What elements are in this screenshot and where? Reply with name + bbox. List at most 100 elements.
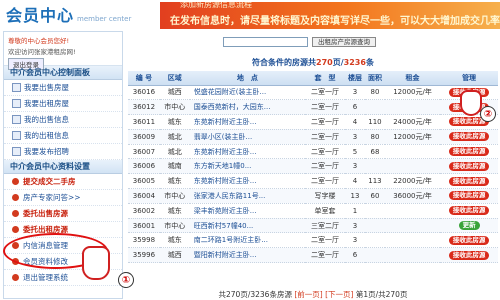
- sidebar-item-sell[interactable]: 我要出售房屋: [4, 80, 122, 96]
- action-cell: 接收此房源: [440, 232, 498, 249]
- callout-badge-2: ②: [480, 106, 496, 122]
- table-cell: 二室一厅: [305, 173, 345, 190]
- sidebar-item-recruit[interactable]: 我要发布招聘: [4, 144, 122, 160]
- action-cell: 接收此房源: [440, 173, 498, 190]
- listing-address-link[interactable]: 东苑新村附近主卧...: [189, 144, 306, 160]
- sidebar-item-entrust-sell[interactable]: 委托出售房源: [4, 206, 122, 222]
- accept-listing-button[interactable]: 接收此房源: [448, 132, 490, 142]
- listing-address-link[interactable]: 旺西新村57幢40...: [189, 218, 306, 234]
- listing-address-link[interactable]: 张家港人民东路11号...: [189, 188, 306, 204]
- table-cell: [364, 158, 385, 175]
- table-cell: 二室一厅: [305, 114, 345, 130]
- search-button[interactable]: 出租房产房源查询: [312, 37, 376, 47]
- listing-address-link[interactable]: 东方新天地1幢0...: [189, 158, 306, 175]
- table-cell: 36006: [128, 158, 160, 175]
- table-cell: 城东: [159, 114, 190, 130]
- table-cell: 市中心: [159, 218, 190, 234]
- column-header: 面积: [364, 71, 385, 86]
- bullet-icon: [12, 194, 19, 201]
- table-cell: 三室二厅: [305, 218, 345, 234]
- table-cell: 36002: [128, 203, 160, 219]
- sidebar-item-rent[interactable]: 我要出租房屋: [4, 96, 122, 112]
- accept-listing-button[interactable]: 接收此房源: [448, 235, 490, 245]
- table-cell: 110: [364, 114, 385, 130]
- table-cell: [384, 144, 441, 160]
- sidebar-item-my-rent[interactable]: 我的出租信息: [4, 128, 122, 144]
- table-cell: [384, 99, 441, 116]
- accept-listing-button[interactable]: 接收此房源: [448, 206, 490, 216]
- table-cell: 6: [344, 247, 365, 264]
- table-row: 36011 城东 东苑新村附近主卧... 二室一厅 4 110 24000元/年 接收此房源: [128, 114, 498, 130]
- table-cell: 80: [364, 85, 385, 101]
- listing-address-link[interactable]: 暨阳新村附近主卧...: [189, 247, 306, 264]
- listing-address-link[interactable]: 南二环路1号附近主卧...: [189, 232, 306, 249]
- listing-address-link[interactable]: 国泰西苑新村，大园东...: [189, 99, 306, 116]
- notice-bar: 添加新房源信息流程 在发布信息时，请尽量将标题及内容填写详尽一些，可以大大增加成…: [160, 2, 500, 29]
- column-header: 编 号: [128, 71, 160, 86]
- table-cell: [384, 247, 441, 264]
- listing-address-link[interactable]: 翡翠小区(装主卧...: [189, 129, 306, 145]
- table-cell: 市中心: [159, 99, 190, 116]
- listing-address-link[interactable]: 东苑新村附近主卧...: [189, 114, 306, 130]
- table-row: 36006 城南 东方新天地1幢0... 二室一厅 3 接收此房源: [128, 158, 498, 175]
- next-page-link[interactable]: [下一页]: [325, 290, 353, 299]
- action-cell: 接收此房源: [440, 158, 498, 175]
- notice-message: 在发布信息时，请尽量将标题及内容填写详尽一些，可以大大增加成交几率!: [170, 16, 500, 27]
- accept-listing-button[interactable]: 接收此房源: [448, 161, 490, 171]
- column-header: 区域: [159, 71, 190, 86]
- table-cell: 80: [364, 129, 385, 145]
- action-cell: 接收此房源: [440, 144, 498, 160]
- table-row: 35996 城西 暨阳新村附近主卧... 二室一厅 6 接收此房源: [128, 247, 498, 264]
- table-cell: 二室一厅: [305, 158, 345, 175]
- sidebar-item-my-sell[interactable]: 我的出售信息: [4, 112, 122, 128]
- prev-page-link[interactable]: [前一页]: [294, 290, 322, 299]
- table-cell: 二室一厅: [305, 99, 345, 116]
- table-cell: 二室一厅: [305, 144, 345, 160]
- table-cell: 35998: [128, 232, 160, 249]
- column-header: 地 点: [189, 71, 306, 86]
- table-cell: 二室一厅: [305, 232, 345, 249]
- table-cell: 1: [344, 203, 365, 219]
- table-cell: 60: [364, 188, 385, 204]
- table-cell: 二室一厅: [305, 129, 345, 145]
- table-cell: 城东: [159, 232, 190, 249]
- table-cell: 城南: [159, 158, 190, 175]
- table-cell: 3: [344, 85, 365, 101]
- search-input[interactable]: [223, 37, 308, 47]
- accept-listing-button[interactable]: 接收此房源: [448, 250, 490, 260]
- action-cell: 接收此房源: [440, 188, 498, 204]
- listing-address-link[interactable]: 梁丰新苑附近主卧...: [189, 203, 306, 219]
- greeting: 尊敬的中心会员您好!: [8, 37, 70, 45]
- edit-icon: [12, 147, 21, 156]
- table-cell: 36005: [128, 173, 160, 190]
- listing-address-link[interactable]: 悦盛花园附近(装主卧...: [189, 85, 306, 101]
- action-cell: 接收此房源: [440, 129, 498, 145]
- table-cell: [384, 232, 441, 249]
- table-cell: [364, 247, 385, 264]
- table-cell: 12000元/年: [384, 85, 441, 101]
- action-cell: 接收此房源: [440, 247, 498, 264]
- table-row: 36009 城北 翡翠小区(装主卧... 二室一厅 3 80 12000元/年 接收此房源: [128, 129, 498, 145]
- accept-listing-button[interactable]: 接收此房源: [448, 176, 490, 186]
- table-cell: [384, 158, 441, 175]
- user-box: 尊敬的中心会员您好! 欢迎访问张家港租房网! 退出登录: [4, 32, 122, 70]
- table-cell: 城东: [159, 173, 190, 190]
- sidebar-item-expert-qa[interactable]: 房产专家问答>>: [4, 190, 122, 206]
- accept-listing-button[interactable]: 接收此房源: [448, 191, 490, 201]
- table-cell: 市中心: [159, 188, 190, 204]
- table-row: 36012市中心国泰西苑新村，大园东...二室一厅6接收此房源: [128, 99, 498, 116]
- table-cell: [384, 218, 441, 234]
- table-row: 36004 市中心 张家港人民东路11号... 写字楼 13 60 36000元/年 接收此房…: [128, 188, 498, 204]
- table-cell: [384, 203, 441, 219]
- result-count: 符合条件的房源共270页/3236条: [252, 58, 374, 67]
- table-cell: 3: [344, 232, 365, 249]
- sidebar-item-submit-deal[interactable]: 提交成交二手房: [4, 174, 122, 190]
- header-banner: 会员中心 member center 添加新房源信息流程 在发布信息时，请尽量将标…: [0, 0, 500, 30]
- accept-listing-button[interactable]: 接收此房源: [448, 147, 490, 157]
- section-title-control-panel: 中介会员中心控制面板: [4, 66, 122, 80]
- table-header-row: 编 号区域地 点套 型楼层 面积 租金 管理: [128, 71, 498, 86]
- pager: 共270页/3236条房源 [前一页] [下一页] 第1页/共270页: [218, 290, 408, 299]
- accept-listing-button[interactable]: 更新: [458, 221, 480, 231]
- listing-address-link[interactable]: 东苑新村附近主卧...: [189, 173, 306, 190]
- table-cell: 4: [344, 173, 365, 190]
